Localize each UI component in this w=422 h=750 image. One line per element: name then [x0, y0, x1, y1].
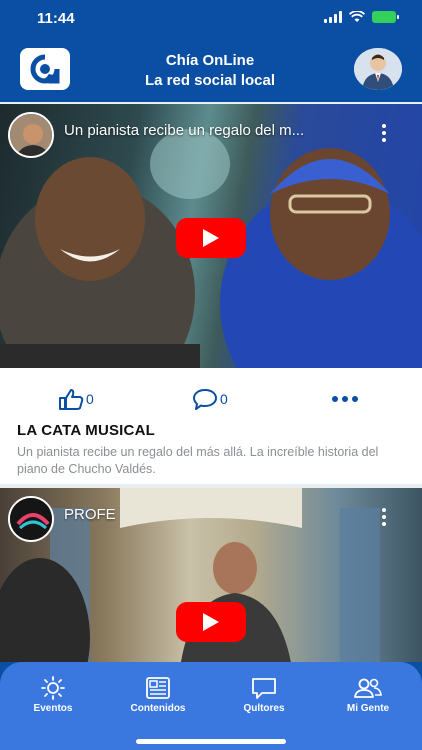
video-title[interactable]: PROFE	[64, 506, 364, 523]
play-icon	[203, 229, 219, 247]
newspaper-icon	[146, 677, 170, 699]
thumbs-up-icon	[59, 389, 84, 410]
profile-avatar[interactable]	[354, 48, 402, 90]
app-header: Chía OnLine La red social local	[0, 36, 422, 102]
signal-icon	[324, 11, 342, 23]
header-title-line2: La red social local	[144, 72, 276, 89]
status-bar: 11:44	[0, 0, 422, 36]
nav-contenidos-label: Contenidos	[130, 703, 186, 714]
play-button[interactable]	[176, 602, 246, 642]
post-card: PROFE	[0, 488, 422, 662]
chat-bubble-icon	[252, 678, 276, 699]
nav-eventos[interactable]: Eventos	[13, 676, 93, 714]
bottom-nav: Eventos Contenidos Qultores Mi Gente	[0, 662, 422, 750]
header-title-line1: Chía OnLine	[165, 52, 255, 69]
more-options-icon[interactable]	[332, 396, 358, 402]
feed[interactable]: Un pianista recibe un regalo del m... 0 …	[0, 102, 422, 662]
video-more-icon[interactable]	[382, 124, 388, 142]
battery-icon	[372, 11, 399, 23]
nav-qultores[interactable]: Qultores	[224, 676, 304, 714]
user-avatar-icon	[354, 48, 402, 90]
channel-avatar[interactable]	[8, 112, 54, 158]
comment-count: 0	[220, 391, 228, 407]
post-actions: 0 0	[0, 376, 422, 416]
post-description: Un pianista recibe un regalo del más all…	[17, 445, 379, 476]
nav-qultores-label: Qultores	[243, 703, 285, 714]
people-icon	[354, 678, 382, 698]
post-title[interactable]: LA CATA MUSICAL	[17, 422, 155, 439]
video-player[interactable]: Un pianista recibe un regalo del m...	[0, 104, 422, 368]
post-card: Un pianista recibe un regalo del m... 0 …	[0, 104, 422, 484]
comment-button[interactable]: 0	[192, 388, 228, 410]
wifi-icon	[349, 11, 365, 22]
status-icons	[324, 11, 399, 23]
comment-icon	[193, 389, 217, 410]
nav-contenidos[interactable]: Contenidos	[118, 676, 198, 714]
sun-icon	[41, 676, 65, 700]
video-player[interactable]: PROFE	[0, 488, 422, 662]
logo-icon	[30, 54, 60, 84]
video-title[interactable]: Un pianista recibe un regalo del m...	[64, 122, 364, 139]
like-count: 0	[86, 391, 94, 407]
video-more-icon[interactable]	[382, 508, 388, 526]
nav-eventos-label: Eventos	[33, 703, 73, 714]
home-indicator[interactable]	[136, 739, 286, 744]
channel-avatar[interactable]	[8, 496, 54, 542]
nav-mi-gente-label: Mi Gente	[346, 703, 390, 714]
status-time: 11:44	[37, 10, 75, 27]
play-button[interactable]	[176, 218, 246, 258]
nav-mi-gente[interactable]: Mi Gente	[328, 676, 408, 714]
play-icon	[203, 613, 219, 631]
like-button[interactable]: 0	[58, 388, 94, 410]
app-logo[interactable]	[20, 48, 70, 90]
